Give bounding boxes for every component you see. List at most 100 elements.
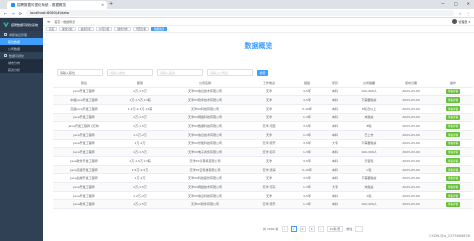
table-cell: 天津 — [245, 95, 293, 105]
tag-5[interactable]: 学历分析 — [132, 26, 150, 32]
hamburger-icon[interactable]: ≡ — [47, 19, 50, 24]
view-detail-button[interactable]: 查看详情 — [446, 132, 460, 138]
column-header[interactable]: 工作地点 — [245, 80, 293, 88]
menu-dots-icon[interactable]: ⋮ — [466, 11, 470, 16]
table-cell: 1万-1.5万 — [115, 87, 165, 97]
table-cell: 本科 — [321, 104, 349, 114]
table-cell: 天津 — [245, 156, 293, 166]
menu-item-job-data[interactable]: 职位数据 — [0, 38, 43, 45]
table-cell: 1万-1.5万·13薪 — [115, 156, 165, 166]
url-input[interactable]: localhost:8080/#/data — [26, 10, 455, 16]
view-detail-button[interactable]: 查看详情 — [446, 149, 460, 155]
table-cell: 本科 — [321, 156, 349, 166]
back-icon[interactable]: ← — [4, 11, 7, 16]
column-header[interactable]: 公司名称 — [165, 80, 245, 88]
view-detail-button[interactable]: 查看详情 — [446, 97, 460, 103]
window-controls: — □ ✕ — [441, 1, 470, 6]
tag-2[interactable]: 薪资分析 — [77, 26, 94, 32]
table-cell: 天津 — [245, 87, 293, 97]
table-cell: 5-10年 — [293, 165, 321, 175]
chart-icon — [4, 54, 7, 57]
page-number[interactable]: 3 — [308, 226, 315, 232]
column-header[interactable]: 学历 — [321, 80, 349, 88]
table-cell: 本科 — [321, 95, 349, 105]
table-cell: 2023-03-09 — [389, 95, 433, 105]
close-window-button[interactable]: ✕ — [467, 1, 470, 6]
tag-0[interactable]: 首页 — [46, 26, 58, 32]
view-detail-button[interactable]: 查看详情 — [446, 166, 460, 173]
company-input[interactable]: 请输入公司名 — [207, 69, 253, 76]
minimize-button[interactable]: — — [441, 1, 445, 6]
goto-page-input[interactable] — [355, 226, 364, 232]
view-detail-button[interactable]: 查看详情 — [446, 175, 460, 181]
column-header[interactable]: 经验 — [293, 80, 321, 88]
table-cell: Java开发工程师 — [53, 191, 115, 201]
view-detail-button[interactable]: 查看详情 — [446, 88, 460, 94]
browser-tab[interactable]: 招聘数据可视化系统 - 数据概览 ✕ — [7, 1, 107, 9]
reload-icon[interactable]: ⟳ — [19, 11, 22, 16]
table-cell: 本科 — [321, 191, 349, 201]
view-detail-button[interactable]: 查看详情 — [446, 158, 460, 164]
view-detail-button[interactable]: 查看详情 — [446, 123, 460, 129]
table-cell: 2023-03-09 — [389, 139, 433, 149]
search-button[interactable]: 搜索 — [257, 69, 268, 76]
table-cell: 1万-1.5万·13薪 — [115, 95, 165, 105]
new-tab-button[interactable]: + — [109, 1, 113, 7]
table-cell: 3-5年 — [293, 191, 321, 201]
menu-item-company-data[interactable]: 公司数据 — [0, 45, 43, 52]
table-cell: 100-499人 — [349, 87, 389, 97]
tab-close-icon[interactable]: ✕ — [101, 3, 104, 7]
star-icon[interactable]: ☆ — [458, 11, 462, 16]
vue-logo-icon — [3, 22, 9, 27]
menu-group-jobs[interactable]: 求职信息管理 — [0, 31, 43, 38]
tag-6[interactable]: 数据概览 — [151, 26, 168, 32]
job-input-value: 请输入职位 — [60, 70, 76, 75]
page-number[interactable]: 2 — [299, 226, 306, 232]
table-cell: 大专 — [321, 182, 349, 192]
maximize-button[interactable]: □ — [454, 1, 458, 6]
tag-3[interactable]: 公司分析 — [95, 26, 113, 32]
column-header[interactable]: 职位 — [53, 80, 115, 88]
user-menu[interactable]: 管理员 ▾ — [451, 19, 470, 24]
job-input[interactable]: 请输入职位 — [57, 69, 103, 76]
menu-item-salary[interactable]: 薪资分析 — [0, 66, 43, 73]
tags-view: 首页 职位分析 薪资分析 公司分析 城市分布 学历分析 数据概览 — [43, 26, 474, 33]
menu-group-visual[interactable]: 数据可视化 — [0, 52, 43, 59]
table-cell: A轮 — [349, 191, 389, 201]
column-header[interactable]: 操作 — [433, 80, 473, 88]
next-page-button[interactable]: › — [317, 226, 324, 232]
column-header[interactable]: 公司规模 — [349, 80, 389, 88]
menu-item-city[interactable]: 城市分布 — [0, 59, 43, 66]
table-header-row: 职位 薪资 公司名称 工作地点 经验 学历 公司规模 发布日期 操作 — [53, 80, 473, 88]
view-detail-button[interactable]: 查看详情 — [446, 184, 460, 190]
tag-4[interactable]: 城市分布 — [114, 26, 131, 32]
table-cell: 本科 — [321, 121, 349, 131]
view-detail-button[interactable]: 查看详情 — [446, 140, 460, 147]
table-cell: 天津XX智能科技有限公司 — [165, 139, 245, 149]
page-size-select[interactable]: 10条/页 — [326, 226, 344, 232]
prev-page-button[interactable]: ‹ — [281, 226, 288, 232]
table-cell: 中级Java开发工程师 — [53, 95, 115, 105]
view-detail-button[interactable]: 查看详情 — [446, 106, 460, 112]
table-cell: 查看详情 — [433, 199, 473, 210]
view-detail-button[interactable]: 查看详情 — [446, 201, 460, 207]
page-number[interactable]: 1 — [290, 226, 297, 232]
table-cell: 查看详情 — [433, 165, 473, 175]
table-cell: 3-5年 — [293, 121, 321, 131]
view-detail-button[interactable]: 查看详情 — [446, 114, 460, 120]
column-header[interactable]: 薪资 — [115, 80, 165, 88]
table-cell: C轮 — [349, 165, 389, 175]
table-cell: 1.1万-2万 — [115, 130, 165, 140]
menu-item-label: 城市分布 — [8, 60, 21, 65]
table-cell: 天津XX计算机有限公司 — [165, 156, 245, 166]
forward-icon[interactable]: → — [11, 11, 14, 16]
tag-1[interactable]: 职位分析 — [59, 26, 76, 32]
table-cell: 本科 — [321, 130, 349, 140]
table-cell: 天津 — [245, 130, 293, 140]
view-detail-button[interactable]: 查看详情 — [446, 193, 460, 199]
table-cell: 100-499人 — [349, 199, 389, 210]
salary-input[interactable]: 请输入薪资 — [157, 69, 203, 76]
menu-item-label: 职位数据 — [8, 39, 21, 44]
column-header[interactable]: 发布日期 — [389, 80, 433, 88]
city-input[interactable]: 请输入城市 — [107, 69, 153, 76]
